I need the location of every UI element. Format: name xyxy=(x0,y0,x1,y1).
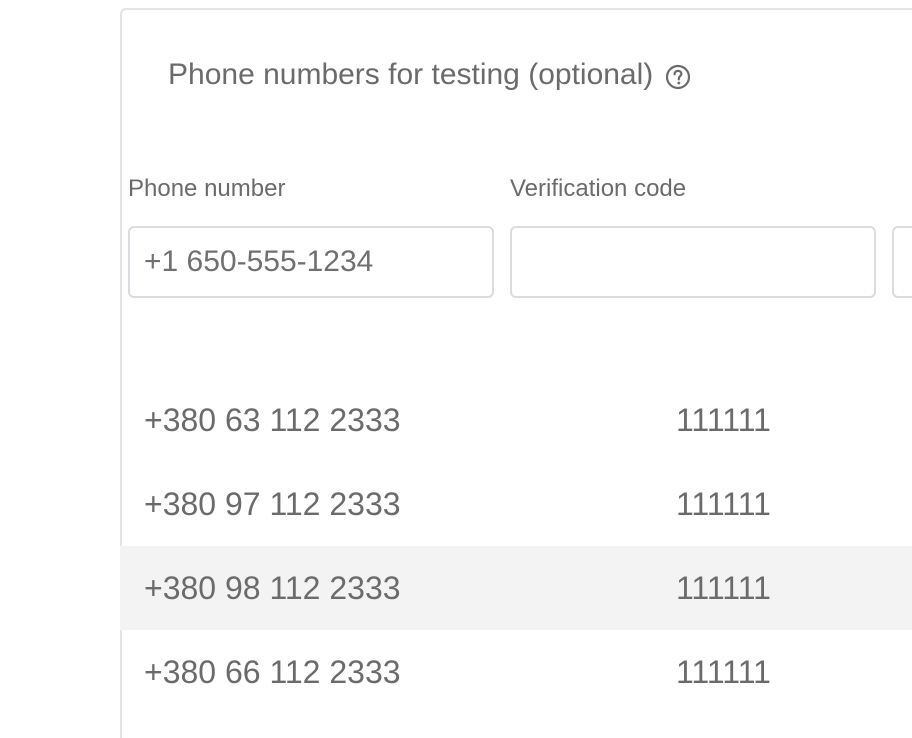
test-verification-code: 111111 xyxy=(676,570,771,606)
test-number-row[interactable]: +380 63 112 2333 111111 xyxy=(120,378,912,462)
section-title: Phone numbers for testing (optional) xyxy=(168,56,691,94)
phone-number-input[interactable] xyxy=(128,226,494,298)
test-number-row[interactable]: +380 97 112 2333 111111 xyxy=(120,462,912,546)
test-phone-number: +380 63 112 2333 xyxy=(144,402,401,438)
test-numbers-list: +380 63 112 2333 111111 +380 97 112 2333… xyxy=(120,378,912,714)
add-number-button[interactable] xyxy=(892,226,912,298)
test-verification-code: 111111 xyxy=(676,654,771,690)
phone-number-label: Phone number xyxy=(128,175,286,202)
test-number-row[interactable]: +380 98 112 2333 111111 xyxy=(120,546,912,630)
test-verification-code: 111111 xyxy=(676,402,771,438)
test-verification-code: 111111 xyxy=(676,486,771,522)
test-phone-number: +380 66 112 2333 xyxy=(144,654,401,690)
verification-code-label: Verification code xyxy=(510,175,687,202)
test-phone-number: +380 98 112 2333 xyxy=(144,570,401,606)
section-title-text: Phone numbers for testing (optional) xyxy=(168,58,654,91)
help-circle-icon[interactable] xyxy=(665,64,691,90)
verification-code-input[interactable] xyxy=(510,226,876,298)
test-phone-number: +380 97 112 2333 xyxy=(144,486,401,522)
test-number-row[interactable]: +380 66 112 2333 111111 xyxy=(120,630,912,714)
